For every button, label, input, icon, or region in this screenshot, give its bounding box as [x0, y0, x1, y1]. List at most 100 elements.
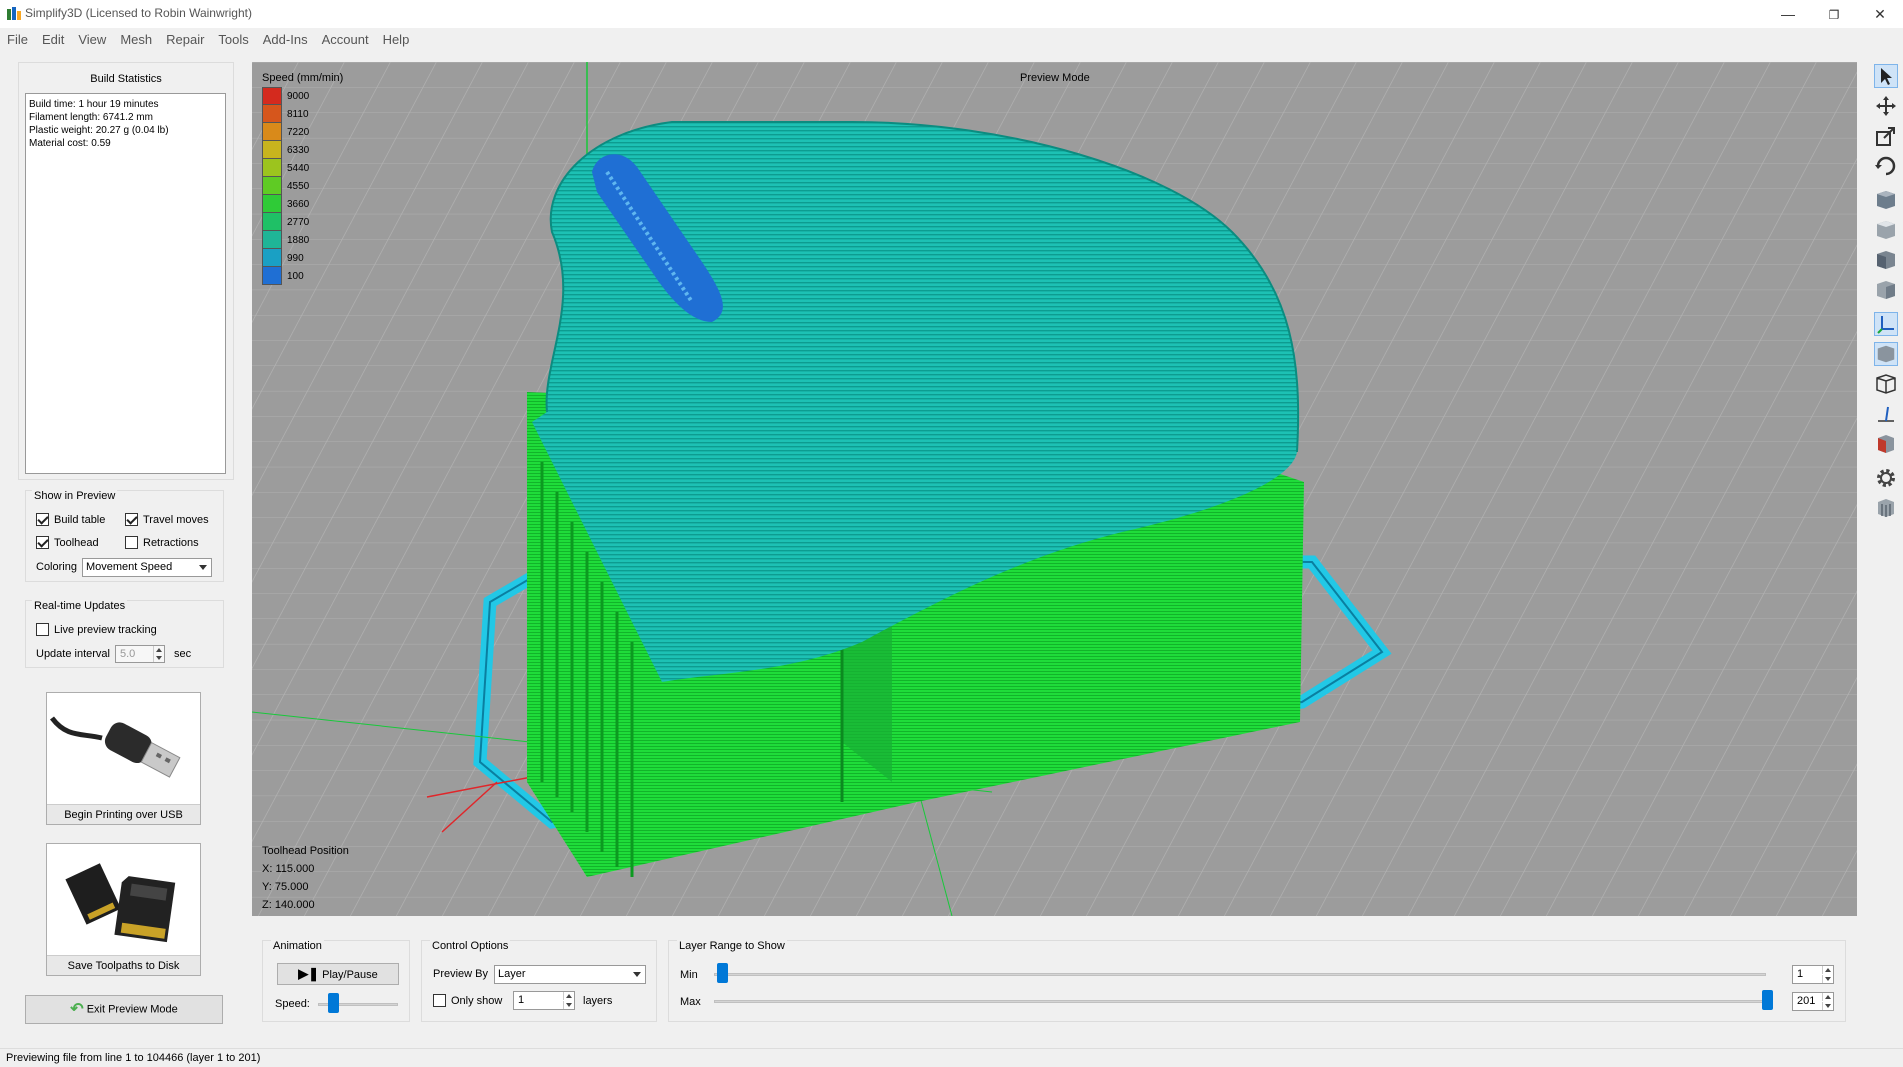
legend-row: 2770 — [262, 213, 343, 231]
preview-by-value: Layer — [498, 968, 526, 980]
speed-legend: Speed (mm/min) 9000 8110 7220 6330 5440 4550 3… — [262, 72, 343, 285]
normals-icon — [1878, 406, 1894, 422]
legend-row: 4550 — [262, 177, 343, 195]
live-preview-tracking-label: Live preview tracking — [54, 623, 157, 636]
spin-down-icon — [1822, 975, 1833, 983]
travel-moves-label: Travel moves — [143, 513, 209, 526]
spin-down-icon — [563, 1001, 574, 1009]
legend-row: 990 — [262, 249, 343, 267]
update-interval-label: Update interval — [36, 648, 110, 660]
layers-label: layers — [583, 995, 613, 1007]
exit-preview-button[interactable]: ↶ Exit Preview Mode — [25, 995, 223, 1024]
menu-bar: File Edit View Mesh Repair Tools Add-Ins Accoun… — [0, 28, 1903, 52]
update-interval-spinbox[interactable]: 5.0 — [115, 645, 165, 663]
restore-button[interactable]: ❐ — [1811, 0, 1857, 28]
scale-tool-button[interactable] — [1874, 124, 1898, 148]
usb-cable-icon — [50, 716, 181, 778]
select-tool-button[interactable] — [1874, 64, 1898, 88]
legend-row: 3660 — [262, 195, 343, 213]
settings-button[interactable] — [1874, 466, 1898, 490]
cube-front-icon — [1877, 251, 1895, 269]
max-layer-label: Max — [680, 996, 701, 1008]
axes-icon — [1877, 316, 1894, 334]
retractions-checkbox[interactable]: Retractions — [125, 536, 199, 549]
menu-add-ins[interactable]: Add-Ins — [256, 28, 315, 52]
cross-section-button[interactable] — [1874, 432, 1898, 456]
app-logo-icon — [7, 7, 21, 20]
max-layer-slider-track[interactable] — [714, 1000, 1766, 1003]
view-front-button[interactable] — [1874, 248, 1898, 272]
layers-button[interactable] — [1874, 496, 1898, 520]
layer-range-title: Layer Range to Show — [677, 940, 787, 952]
max-layer-slider-thumb[interactable] — [1762, 990, 1773, 1010]
realtime-updates-group: Real-time Updates Live preview tracking … — [25, 600, 224, 668]
min-layer-slider-track[interactable] — [714, 973, 1766, 976]
preview-by-label: Preview By — [433, 968, 489, 980]
menu-mesh[interactable]: Mesh — [113, 28, 159, 52]
build-table-checkbox[interactable]: Build table — [36, 513, 105, 526]
solid-view-button[interactable] — [1874, 342, 1898, 366]
legend-value: 5440 — [287, 162, 310, 174]
min-layer-spinbox[interactable]: 1 — [1792, 965, 1834, 984]
rotate-icon — [1875, 156, 1896, 176]
menu-edit[interactable]: Edit — [35, 28, 71, 52]
menu-file[interactable]: File — [0, 28, 35, 52]
only-show-label: Only show — [451, 994, 503, 1007]
right-toolbar — [1871, 62, 1901, 542]
menu-help[interactable]: Help — [376, 28, 417, 52]
speed-slider-thumb[interactable] — [327, 993, 339, 1013]
begin-printing-usb-button[interactable]: Begin Printing over USB — [46, 692, 201, 825]
stat-build-time: Build time: 1 hour 19 minutes — [29, 99, 159, 110]
unchecked-box-icon — [433, 994, 446, 1007]
play-pause-button[interactable]: ▶❚ Play/Pause — [277, 963, 399, 985]
toolhead-x: X: 115.000 — [262, 863, 315, 875]
layers-cube-icon — [1878, 499, 1894, 517]
rotate-tool-button[interactable] — [1874, 154, 1898, 178]
menu-repair[interactable]: Repair — [159, 28, 211, 52]
show-axes-button[interactable] — [1874, 312, 1898, 336]
toolhead-label: Toolhead — [54, 536, 99, 549]
toolpath-render — [252, 62, 1857, 916]
view-top-button[interactable] — [1874, 218, 1898, 242]
preview-by-select[interactable]: Layer — [494, 965, 646, 984]
check-icon — [36, 536, 49, 549]
legend-value: 8110 — [287, 108, 309, 120]
cursor-arrow-icon — [1881, 68, 1892, 85]
preview-viewport[interactable]: Speed (mm/min) 9000 8110 7220 6330 5440 4550 3… — [252, 62, 1857, 916]
max-layer-spinbox[interactable]: 201 — [1792, 992, 1834, 1011]
minimize-button[interactable]: — — [1765, 0, 1811, 28]
menu-account[interactable]: Account — [315, 28, 376, 52]
toolhead-position: Toolhead Position X: 115.000 Y: 75.000 Z… — [262, 842, 349, 914]
view-side-button[interactable] — [1874, 278, 1898, 302]
stat-material-cost: Material cost: 0.59 — [29, 138, 111, 149]
legend-swatch — [262, 213, 282, 231]
menu-tools[interactable]: Tools — [211, 28, 255, 52]
toolhead-y: Y: 75.000 — [262, 881, 309, 893]
legend-swatch — [262, 105, 282, 123]
save-toolpaths-button[interactable]: Save Toolpaths to Disk — [46, 843, 201, 976]
min-layer-label: Min — [680, 969, 698, 981]
close-button[interactable]: ✕ — [1857, 0, 1903, 28]
only-show-spinbox[interactable]: 1 — [513, 991, 575, 1010]
unchecked-box-icon — [36, 623, 49, 636]
cube-default-icon — [1877, 191, 1895, 209]
status-text: Previewing file from line 1 to 104466 (l… — [6, 1052, 261, 1064]
move-tool-button[interactable] — [1874, 94, 1898, 118]
toolhead-checkbox[interactable]: Toolhead — [36, 536, 99, 549]
chevron-down-icon — [633, 972, 641, 977]
wireframe-view-button[interactable] — [1874, 372, 1898, 396]
layer-range-group: Layer Range to Show Min 1 Max 201 — [668, 940, 1846, 1022]
travel-moves-checkbox[interactable]: Travel moves — [125, 513, 209, 526]
build-table-label: Build table — [54, 513, 106, 526]
coloring-select[interactable]: Movement Speed — [82, 558, 212, 577]
exit-preview-label: Exit Preview Mode — [86, 1003, 178, 1016]
normals-view-button[interactable] — [1874, 402, 1898, 426]
animation-group: Animation ▶❚ Play/Pause Speed: — [262, 940, 410, 1022]
min-layer-value: 1 — [1797, 968, 1804, 980]
legend-row: 100 — [262, 267, 343, 285]
only-show-checkbox[interactable]: Only show — [433, 994, 502, 1007]
live-preview-tracking-checkbox[interactable]: Live preview tracking — [36, 623, 157, 636]
view-default-button[interactable] — [1874, 188, 1898, 212]
min-layer-slider-thumb[interactable] — [717, 963, 728, 983]
menu-view[interactable]: View — [71, 28, 113, 52]
